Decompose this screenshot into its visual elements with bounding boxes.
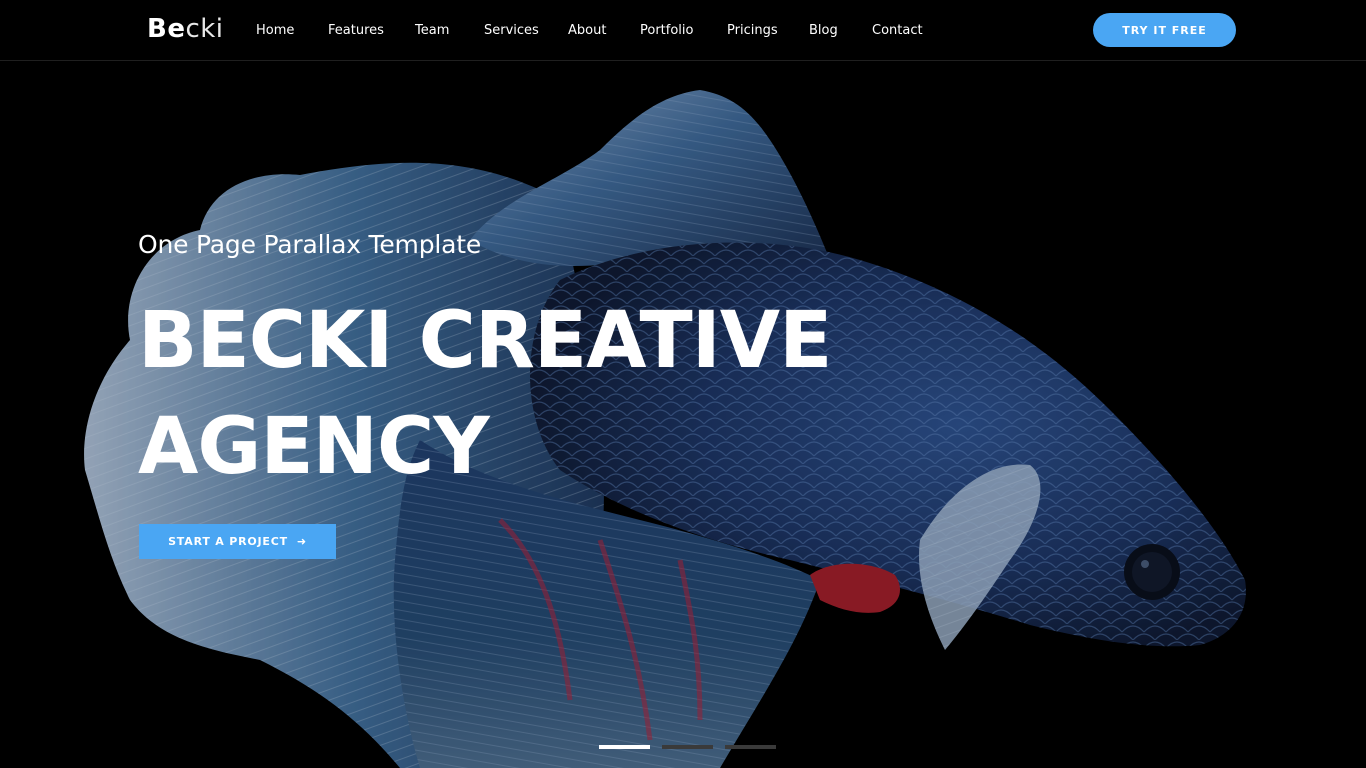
- nav-item-services[interactable]: Services: [484, 23, 568, 38]
- slide-indicator-3[interactable]: [725, 745, 776, 749]
- logo[interactable]: Becki: [147, 14, 224, 44]
- hero-headline-line-1: BECKI CREATIVE: [138, 296, 832, 386]
- logo-light-part: cki: [185, 14, 224, 44]
- nav-item-contact[interactable]: Contact: [872, 23, 942, 38]
- logo-bold-part: Be: [147, 14, 186, 44]
- nav-item-home[interactable]: Home: [256, 23, 328, 38]
- hero-headline-line-2: AGENCY: [138, 402, 490, 492]
- nav-item-team[interactable]: Team: [415, 23, 484, 38]
- nav-item-portfolio[interactable]: Portfolio: [640, 23, 727, 38]
- main-nav: Home Features Team Services About Portfo…: [256, 0, 942, 60]
- page: Becki Home Features Team Services About …: [0, 0, 1366, 768]
- try-it-free-button[interactable]: TRY IT FREE: [1093, 13, 1236, 47]
- slide-indicator-1[interactable]: [599, 745, 650, 749]
- arrow-right-icon: ➜: [296, 535, 307, 548]
- nav-item-pricings[interactable]: Pricings: [727, 23, 809, 38]
- start-project-label: START A PROJECT: [168, 535, 288, 548]
- hero-subtitle: One Page Parallax Template: [138, 230, 482, 259]
- hero-headline: BECKI CREATIVE AGENCY: [138, 288, 832, 500]
- nav-item-blog[interactable]: Blog: [809, 23, 872, 38]
- site-header: Becki Home Features Team Services About …: [0, 0, 1366, 61]
- nav-item-features[interactable]: Features: [328, 23, 415, 38]
- nav-item-about[interactable]: About: [568, 23, 640, 38]
- start-project-button[interactable]: START A PROJECT ➜: [139, 524, 336, 559]
- slide-indicator-2[interactable]: [662, 745, 713, 749]
- slider-pagination: [599, 745, 788, 749]
